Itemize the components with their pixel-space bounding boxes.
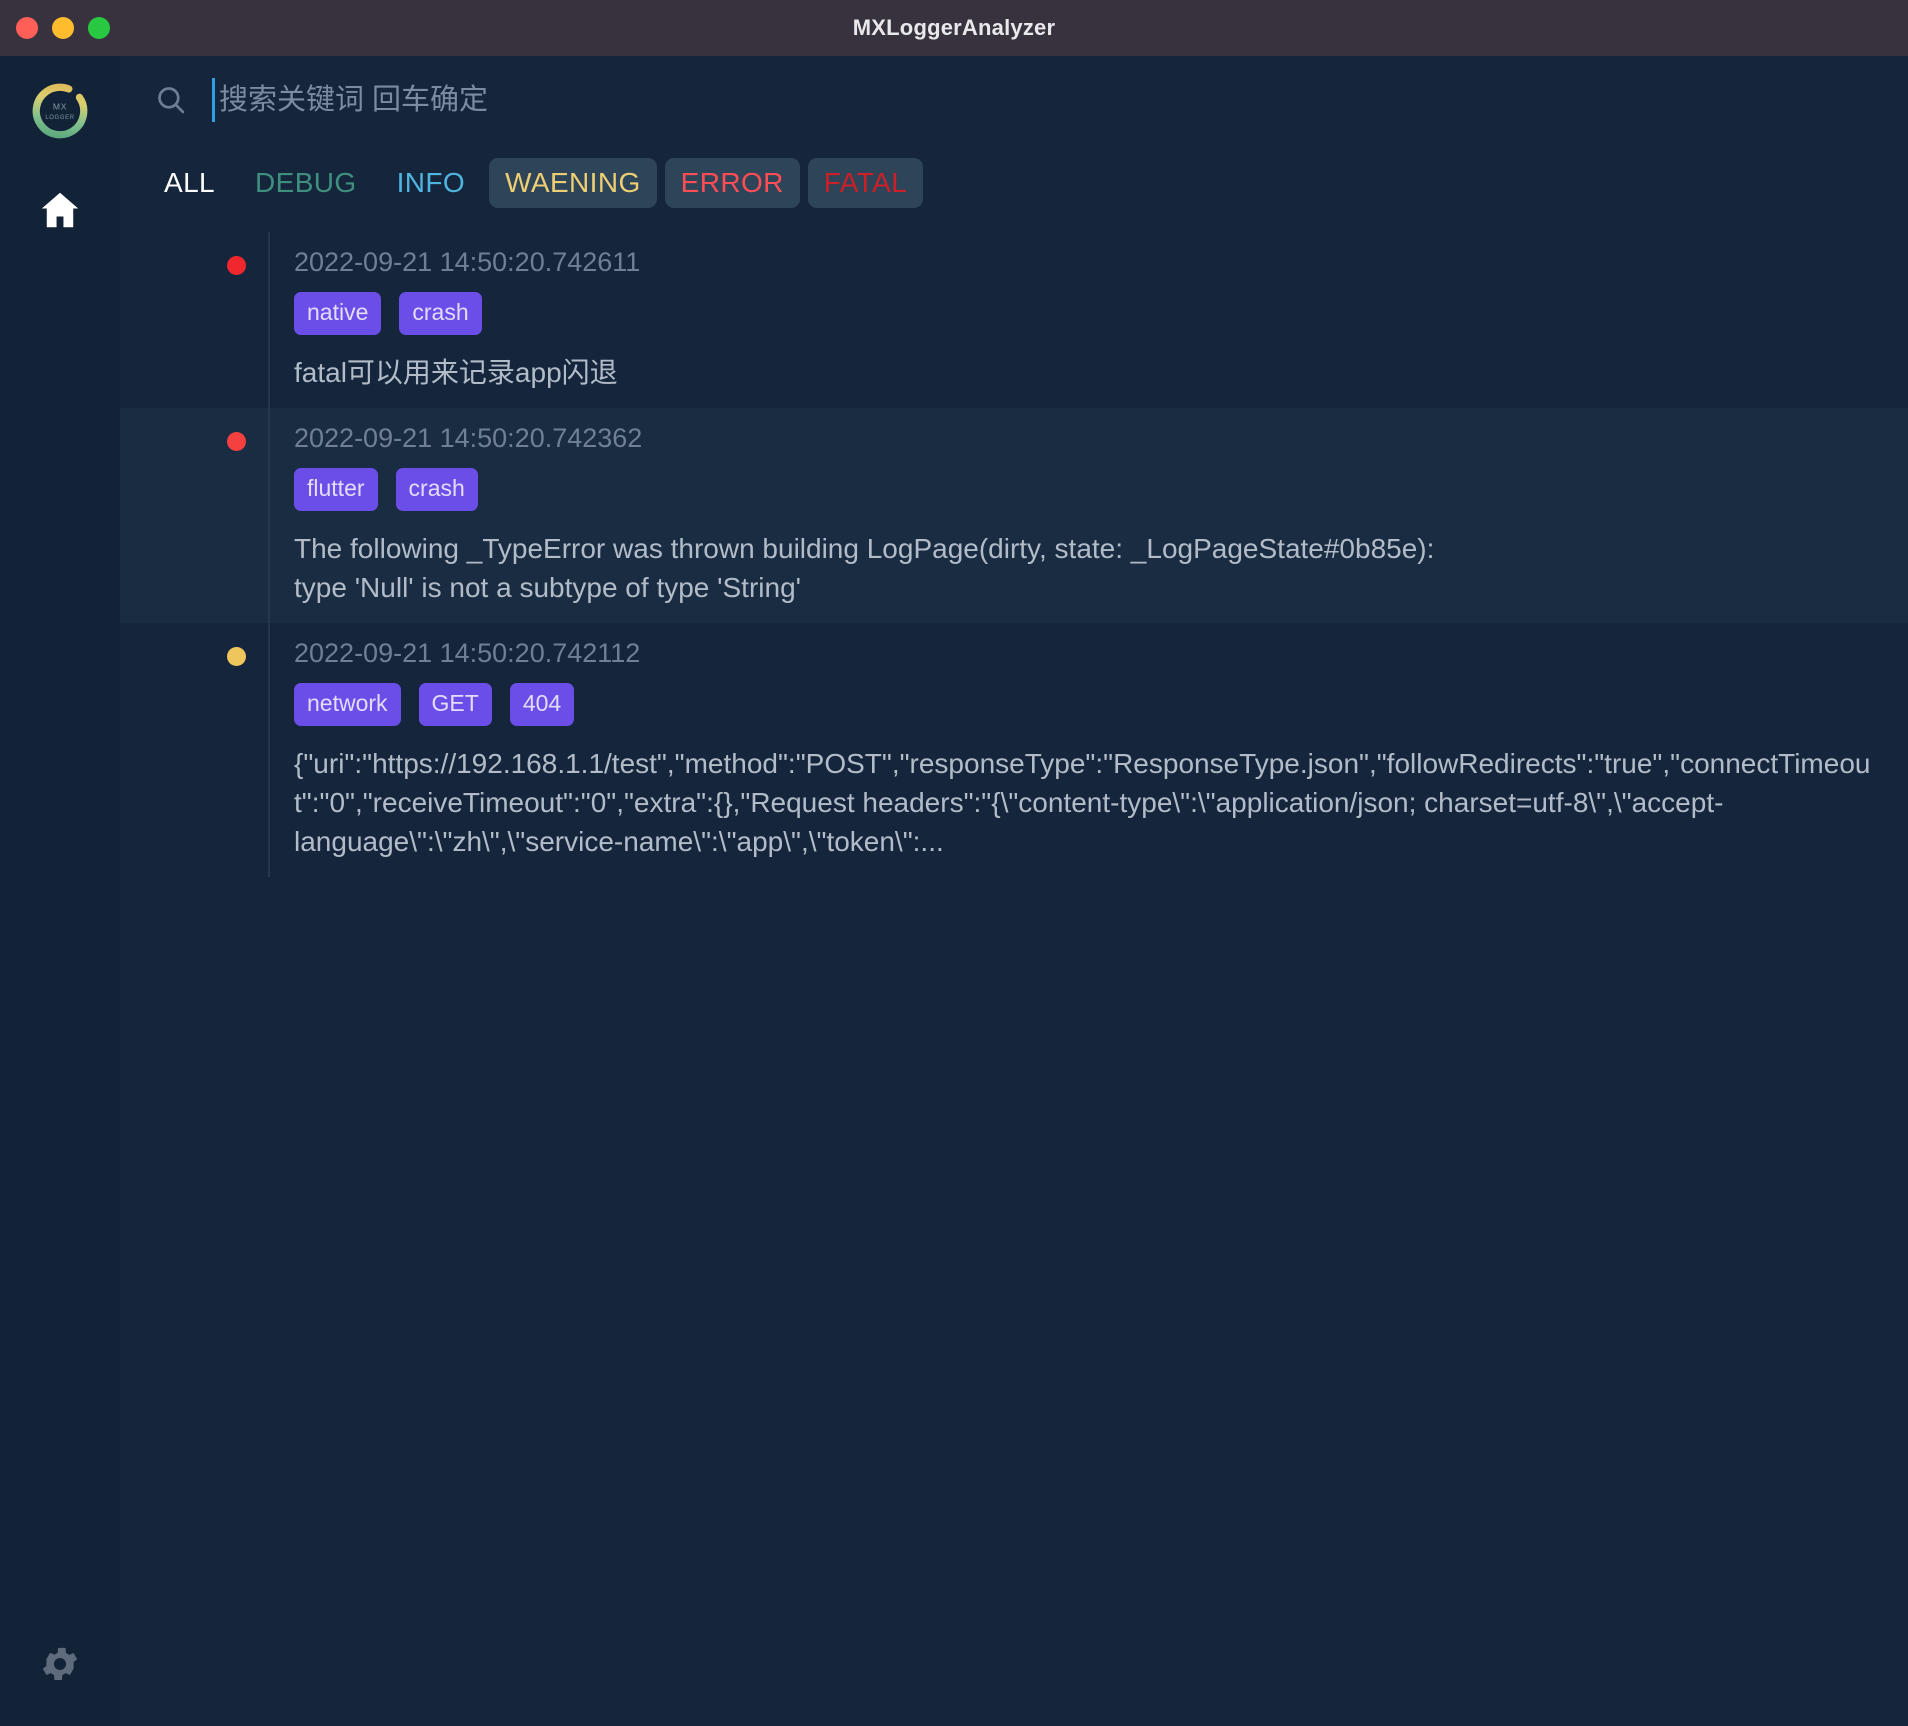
window-body: MX LOGGER 搜索关键词 回车确定 ALL DEBUG INFO WAEN… xyxy=(0,56,1908,1726)
svg-text:LOGGER: LOGGER xyxy=(45,115,74,121)
log-tag[interactable]: network xyxy=(294,683,401,726)
log-message: {"uri":"https://192.168.1.1/test","metho… xyxy=(294,748,1871,857)
minimize-button[interactable] xyxy=(52,17,74,39)
search-icon[interactable] xyxy=(154,83,188,117)
mx-logger-logo: MX LOGGER xyxy=(27,78,93,144)
tab-all[interactable]: ALL xyxy=(148,158,231,208)
tab-error[interactable]: ERROR xyxy=(664,158,800,208)
traffic-light-controls xyxy=(16,0,110,56)
home-icon xyxy=(41,192,79,228)
log-entry-content: 2022-09-21 14:50:20.742362 flutter crash… xyxy=(268,420,1878,607)
log-entry[interactable]: 2022-09-21 14:50:20.742362 flutter crash… xyxy=(120,408,1908,623)
window-title: MXLoggerAnalyzer xyxy=(852,15,1056,40)
timeline-rail xyxy=(268,408,270,623)
svg-text:MX: MX xyxy=(53,102,67,112)
log-entry-content: 2022-09-21 14:50:20.742112 network GET 4… xyxy=(268,635,1878,861)
search-bar: 搜索关键词 回车确定 xyxy=(120,56,1908,144)
log-entry[interactable]: 2022-09-21 14:50:20.742112 network GET 4… xyxy=(120,623,1908,877)
main-panel: 搜索关键词 回车确定 ALL DEBUG INFO WAENING ERROR … xyxy=(120,56,1908,1726)
sidebar-item-settings[interactable] xyxy=(34,1638,86,1690)
log-message: fatal可以用来记录app闪退 xyxy=(294,357,618,388)
gear-icon xyxy=(42,1647,78,1680)
log-entry-content: 2022-09-21 14:50:20.742611 native crash … xyxy=(268,244,1878,392)
log-level-indicator xyxy=(120,420,268,607)
timeline-rail xyxy=(268,232,270,408)
timeline-rail xyxy=(268,623,270,877)
level-filter-tabs: ALL DEBUG INFO WAENING ERROR FATAL xyxy=(120,144,1908,222)
search-placeholder: 搜索关键词 回车确定 xyxy=(219,84,489,116)
log-level-indicator xyxy=(120,635,268,861)
log-tag[interactable]: flutter xyxy=(294,468,378,511)
maximize-button[interactable] xyxy=(88,17,110,39)
log-tag[interactable]: GET xyxy=(418,683,492,726)
sidebar-item-home[interactable] xyxy=(30,180,90,240)
log-tag[interactable]: native xyxy=(294,292,382,335)
log-message: The following _TypeError was thrown buil… xyxy=(294,533,1435,603)
tab-fatal[interactable]: FATAL xyxy=(807,158,924,208)
log-level-indicator xyxy=(120,244,268,392)
log-timestamp: 2022-09-21 14:50:20.742362 xyxy=(294,423,643,453)
tab-warning[interactable]: WAENING xyxy=(489,158,657,208)
log-timestamp: 2022-09-21 14:50:20.742611 xyxy=(294,247,641,277)
tab-info[interactable]: INFO xyxy=(381,158,481,208)
log-tag[interactable]: 404 xyxy=(509,683,575,726)
sidebar: MX LOGGER xyxy=(0,56,120,1726)
app-window: MXLoggerAnalyzer MX LOGGER 搜索关键词 回车确定 AL… xyxy=(0,0,1908,1726)
log-tags: flutter crash xyxy=(294,468,1878,511)
log-tags: network GET 404 xyxy=(294,683,1878,726)
log-tag[interactable]: crash xyxy=(399,292,482,335)
title-bar: MXLoggerAnalyzer xyxy=(0,0,1908,56)
status-badge xyxy=(227,432,246,451)
close-button[interactable] xyxy=(16,17,38,39)
log-timestamp: 2022-09-21 14:50:20.742112 xyxy=(294,638,641,668)
log-tags: native crash xyxy=(294,292,1878,335)
tab-debug[interactable]: DEBUG xyxy=(239,158,373,208)
log-entry[interactable]: 2022-09-21 14:50:20.742611 native crash … xyxy=(120,232,1908,408)
search-input[interactable]: 搜索关键词 回车确定 xyxy=(212,77,1874,123)
mx-logger-logo-icon: MX LOGGER xyxy=(32,83,88,139)
log-tag[interactable]: crash xyxy=(395,468,478,511)
status-badge xyxy=(227,256,246,275)
log-list[interactable]: 2022-09-21 14:50:20.742611 native crash … xyxy=(120,222,1908,1726)
status-badge xyxy=(227,647,246,666)
